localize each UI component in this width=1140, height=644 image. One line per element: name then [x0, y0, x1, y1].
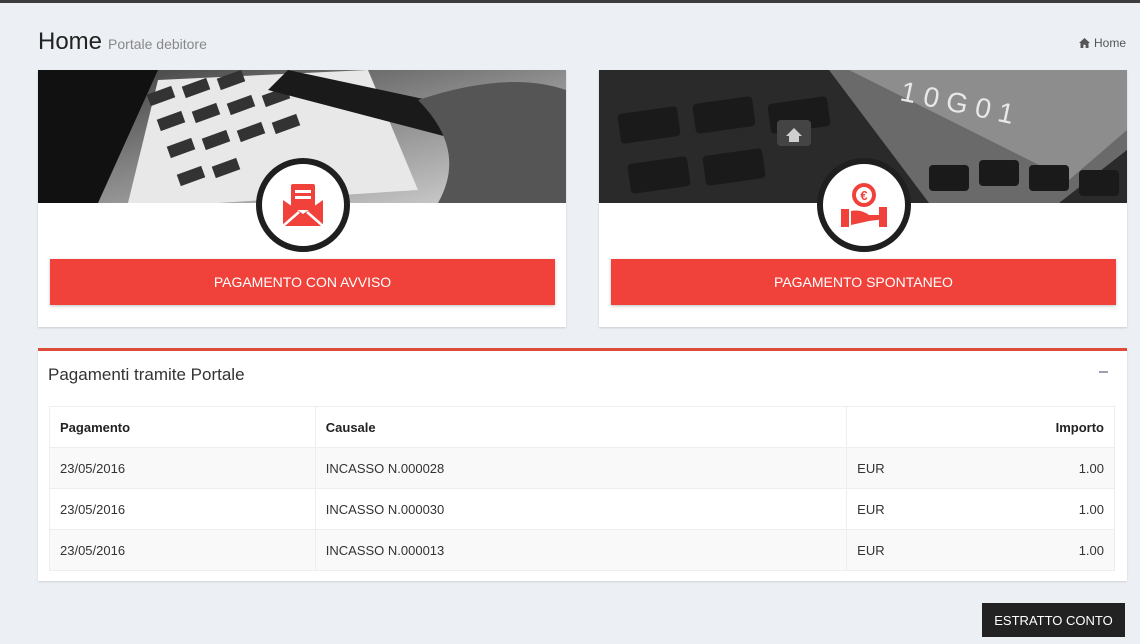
card-icon-badge: [256, 158, 350, 252]
cell-causale: INCASSO N.000030: [314, 488, 848, 530]
cell-causale: INCASSO N.000028: [314, 447, 848, 489]
cell-currency: EUR: [846, 529, 977, 571]
column-header-causale[interactable]: Causale: [314, 406, 848, 448]
card-pagamento-avviso: PAGAMENTO CON AVVISO: [38, 70, 566, 327]
breadcrumb-home[interactable]: Home: [1094, 36, 1126, 50]
payments-box: Pagamenti tramite Portale Pagamento Caus…: [38, 348, 1127, 581]
svg-text:€: €: [860, 188, 867, 203]
column-header-pagamento[interactable]: Pagamento: [49, 406, 316, 448]
page-title: Home: [38, 28, 103, 55]
collapse-button[interactable]: [1099, 365, 1109, 375]
breadcrumb[interactable]: Home: [1078, 36, 1126, 50]
card-icon-badge: €: [817, 158, 911, 252]
card-pagamento-spontaneo: 1 0 G 0 1 € PAGAMENTO SPONTANEO: [599, 70, 1127, 327]
top-border: [0, 0, 1140, 3]
page-subtitle: Portale debitore: [108, 36, 207, 52]
table-row[interactable]: 23/05/2016 INCASSO N.000013 EUR 1.00: [49, 529, 1115, 571]
cell-causale: INCASSO N.000013: [314, 529, 848, 571]
payments-table: Pagamento Causale Importo 23/05/2016 INC…: [49, 406, 1115, 571]
column-header-currency: [846, 406, 977, 448]
cell-currency: EUR: [846, 447, 977, 489]
estratto-conto-button[interactable]: ESTRATTO CONTO: [982, 603, 1125, 637]
cell-date: 23/05/2016: [49, 488, 316, 530]
cell-date: 23/05/2016: [49, 447, 316, 489]
page-header: Home Portale debitore: [38, 28, 207, 56]
cell-amount: 1.00: [976, 529, 1115, 571]
home-icon: [1078, 38, 1090, 48]
pagamento-spontaneo-button[interactable]: PAGAMENTO SPONTANEO: [611, 259, 1116, 305]
cell-amount: 1.00: [976, 447, 1115, 489]
euro-hand-icon: €: [841, 183, 887, 227]
minus-icon: [1099, 371, 1108, 373]
envelope-document-icon: [282, 184, 324, 227]
cell-amount: 1.00: [976, 488, 1115, 530]
pagamento-avviso-button[interactable]: PAGAMENTO CON AVVISO: [50, 259, 555, 305]
table-row[interactable]: 23/05/2016 INCASSO N.000030 EUR 1.00: [49, 488, 1115, 530]
column-header-importo[interactable]: Importo: [976, 406, 1115, 448]
payments-box-title: Pagamenti tramite Portale: [48, 365, 245, 384]
cell-date: 23/05/2016: [49, 529, 316, 571]
cell-currency: EUR: [846, 488, 977, 530]
table-row[interactable]: 23/05/2016 INCASSO N.000028 EUR 1.00: [49, 447, 1115, 489]
table-header-row: Pagamento Causale Importo: [49, 406, 1115, 448]
